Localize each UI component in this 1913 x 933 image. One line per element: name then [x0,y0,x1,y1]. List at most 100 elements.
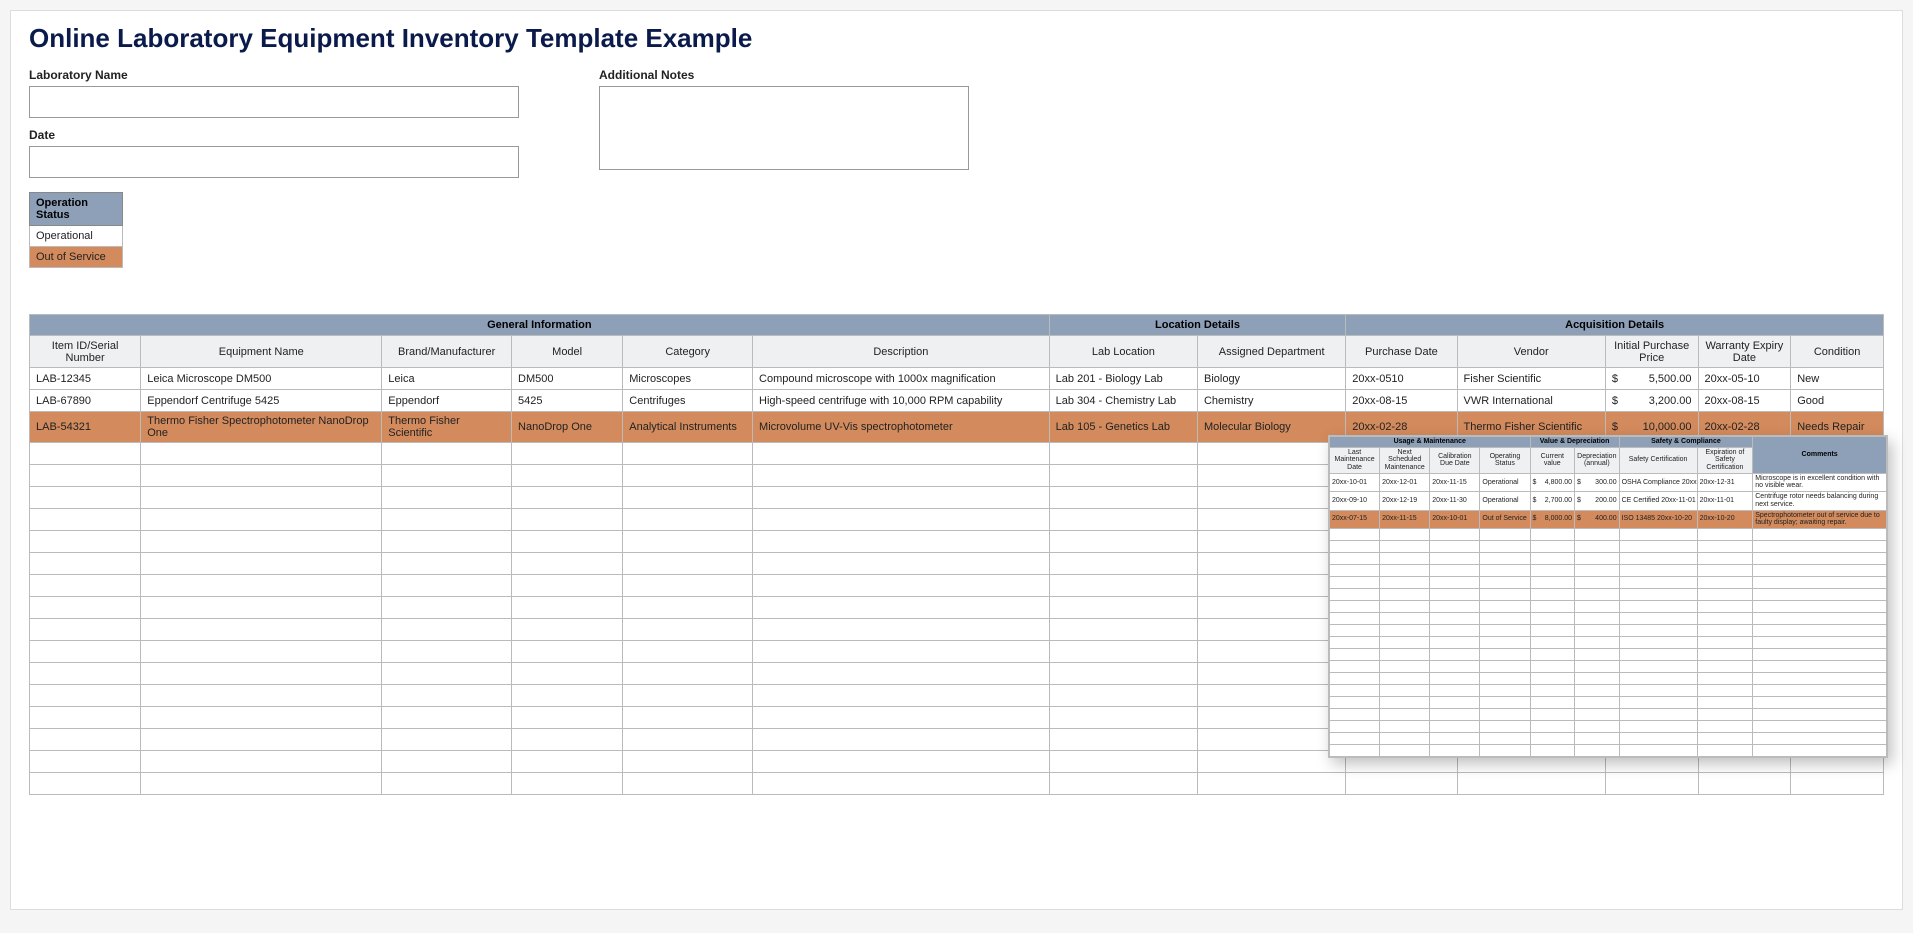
cell-empty [141,641,382,663]
table-row-empty[interactable] [1330,552,1887,564]
col-id: Item ID/Serial Number [30,336,141,368]
cell-empty [30,487,141,509]
cell-empty [512,751,623,773]
cell-empty [1430,576,1480,588]
cell-empty [1197,443,1345,465]
table-row[interactable]: LAB-67890Eppendorf Centrifuge 5425Eppend… [30,390,1884,412]
form-row: Laboratory Name Date Additional Notes [29,68,1884,178]
cell-empty [1753,612,1887,624]
cell-empty [1380,720,1430,732]
cell-empty [1197,685,1345,707]
cell: ISO 13485 20xx-10-20 [1619,510,1697,528]
cell: 20xx-08-15 [1698,390,1791,412]
cell-empty [512,443,623,465]
table-row[interactable]: 20xx-07-1520xx-11-1520xx-10-01Out of Ser… [1330,510,1887,528]
cell-empty [1430,696,1480,708]
table-row-empty[interactable] [1330,660,1887,672]
table-row-empty[interactable] [1330,696,1887,708]
table-row-empty[interactable] [1330,744,1887,756]
cell-empty [1330,528,1380,540]
cell-empty [141,619,382,641]
cell-empty [1530,648,1575,660]
cell: 20xx-0510 [1346,368,1457,390]
table-row-empty[interactable] [1330,600,1887,612]
table-row-empty[interactable] [1330,636,1887,648]
table-row-empty[interactable] [1330,720,1887,732]
cell-empty [1697,636,1753,648]
cell-empty [1330,672,1380,684]
table-row-empty[interactable] [1330,708,1887,720]
cell-empty [1049,531,1197,553]
cell-empty [753,597,1050,619]
cell-empty [1480,744,1530,756]
cell-empty [1480,588,1530,600]
cell-empty [1049,443,1197,465]
cell-empty [1753,528,1887,540]
cell-empty [623,641,753,663]
table-row-empty[interactable] [1330,732,1887,744]
cell-empty [1197,487,1345,509]
cell-empty [753,663,1050,685]
cell-empty [1330,732,1380,744]
cell-empty [753,641,1050,663]
table-row-empty[interactable] [1330,576,1887,588]
cell-empty [1480,600,1530,612]
table-row-empty[interactable] [1330,624,1887,636]
cell-empty [1530,732,1575,744]
cell-empty [1753,600,1887,612]
cell: High-speed centrifuge with 10,000 RPM ca… [753,390,1050,412]
lab-name-input[interactable] [29,86,519,118]
table-row-empty[interactable] [1330,672,1887,684]
cell-empty [1380,636,1430,648]
table-row-empty[interactable] [1330,540,1887,552]
cell-empty [1330,624,1380,636]
cell-empty [1753,624,1887,636]
cell-empty [382,597,512,619]
page-title: Online Laboratory Equipment Inventory Te… [29,23,1884,54]
cell-money: $300.00 [1575,473,1620,491]
sec-group-value: Value & Depreciation [1530,437,1619,448]
table-row[interactable]: LAB-12345Leica Microscope DM500LeicaDM50… [30,368,1884,390]
cell: Analytical Instruments [623,412,753,443]
cell-empty [1697,612,1753,624]
cell-empty [1575,696,1620,708]
cell-empty [1575,660,1620,672]
table-row-empty[interactable] [1330,528,1887,540]
sec-col-nextmaint: Next Scheduled Maintenance [1380,447,1430,473]
cell-empty [1530,552,1575,564]
cell: Lab 304 - Chemistry Lab [1049,390,1197,412]
cell-empty [1480,648,1530,660]
col-pdate: Purchase Date [1346,336,1457,368]
cell-empty [1380,744,1430,756]
cell: Spectrophotometer out of service due to … [1753,510,1887,528]
table-row-empty[interactable] [1330,564,1887,576]
cell: Microscope is in excellent condition wit… [1753,473,1887,491]
cell-empty [141,575,382,597]
cell-empty [1430,624,1480,636]
cell-empty [1619,732,1697,744]
cell-empty [1530,636,1575,648]
cell-empty [1430,636,1480,648]
table-row-empty[interactable] [30,773,1884,795]
cell-empty [512,641,623,663]
date-input[interactable] [29,146,519,178]
cell: 20xx-11-15 [1380,510,1430,528]
table-row-empty[interactable] [1330,612,1887,624]
cell-empty [1619,528,1697,540]
cell-empty [1753,720,1887,732]
cell-empty [1480,672,1530,684]
cell-empty [1380,660,1430,672]
cell-empty [1380,732,1430,744]
cell-empty [512,509,623,531]
table-row-empty[interactable] [1330,648,1887,660]
table-row-empty[interactable] [1330,588,1887,600]
cell-empty [1697,732,1753,744]
table-row-empty[interactable] [1330,684,1887,696]
table-row[interactable]: 20xx-10-0120xx-12-0120xx-11-15Operationa… [1330,473,1887,491]
cell-empty [1697,552,1753,564]
table-row[interactable]: 20xx-09-1020xx-12-1920xx-11-30Operationa… [1330,492,1887,510]
cell-empty [382,487,512,509]
cell-empty [1380,588,1430,600]
cell-empty [1330,636,1380,648]
notes-textarea[interactable] [599,86,969,170]
